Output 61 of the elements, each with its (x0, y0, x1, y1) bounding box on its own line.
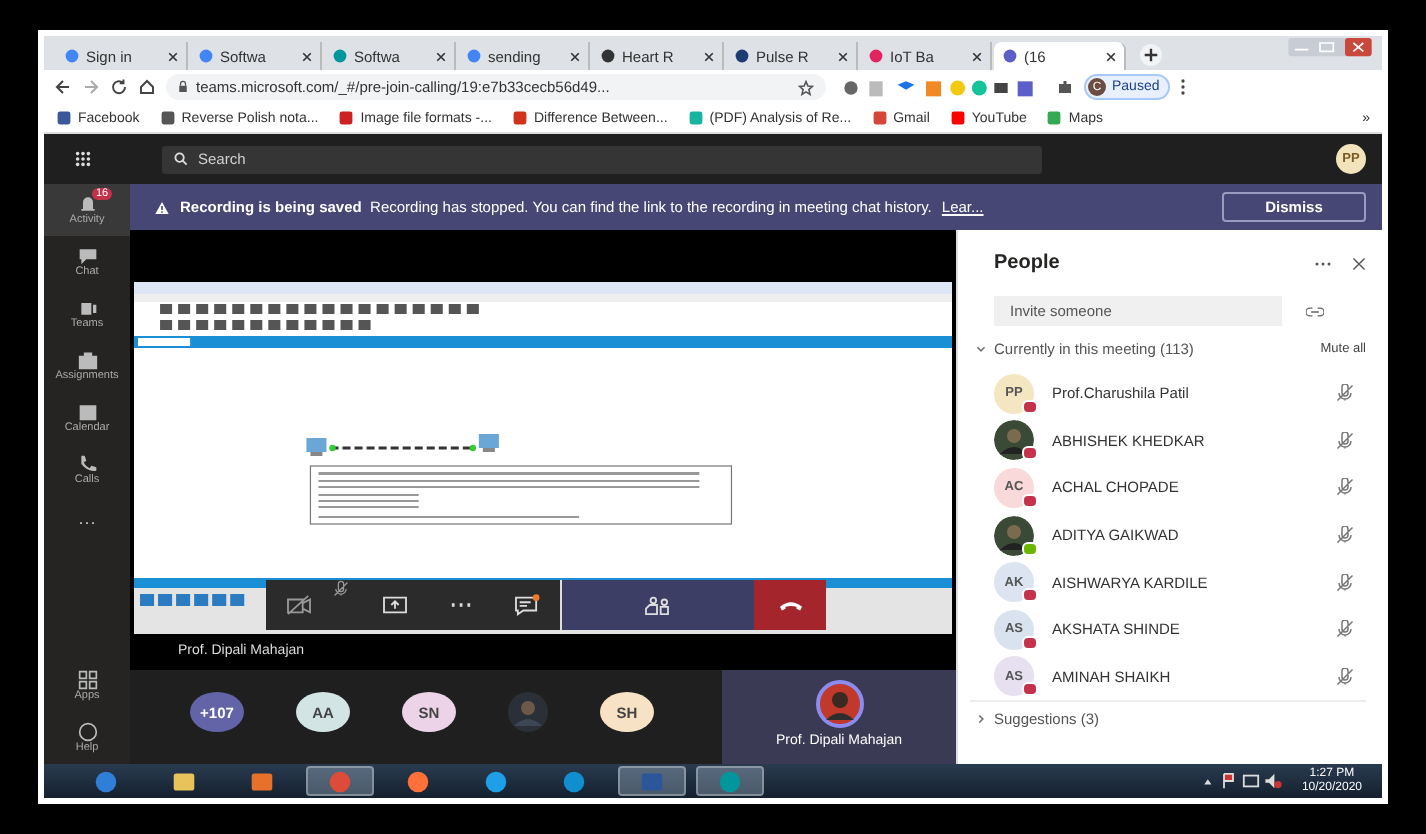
close-icon[interactable] (302, 51, 312, 61)
close-icon[interactable] (168, 51, 178, 61)
site-icon (868, 48, 884, 64)
mic-off-icon (1336, 573, 1354, 592)
teams-icon (77, 298, 97, 318)
search-icon (174, 152, 188, 166)
phone-icon (77, 454, 97, 474)
close-icon[interactable] (1352, 255, 1366, 271)
site-icon (332, 48, 348, 64)
close-icon[interactable] (436, 51, 446, 61)
close-icon[interactable] (972, 51, 982, 61)
puzzle-icon[interactable] (1056, 78, 1074, 96)
camera-icon (286, 594, 312, 616)
avatar-photo-placeholder (815, 680, 863, 728)
lock-icon (178, 80, 188, 94)
site-icon (198, 48, 214, 64)
app-launcher-icon[interactable] (74, 150, 92, 168)
mic-off-icon (1336, 431, 1354, 450)
home-icon[interactable] (138, 78, 156, 96)
close-icon[interactable] (704, 51, 714, 61)
warning-icon (154, 199, 170, 215)
bell-icon (77, 194, 97, 214)
site-icon (1002, 48, 1018, 64)
site-icon (734, 48, 750, 64)
site-icon (64, 48, 80, 64)
bookmark-star-icon[interactable] (798, 79, 814, 95)
mic-off-icon (1336, 526, 1354, 545)
mic-icon (332, 578, 350, 600)
mic-button[interactable] (332, 580, 350, 598)
people-icon (643, 594, 669, 616)
panel-title: People (994, 252, 1062, 274)
reload-icon[interactable] (110, 78, 128, 96)
menu-icon[interactable] (1179, 78, 1186, 96)
chevron-right-icon (974, 712, 988, 727)
mic-off-icon (1336, 384, 1354, 403)
mic-off-icon (1336, 620, 1354, 639)
new-tab-icon[interactable] (1140, 44, 1162, 66)
back-icon[interactable] (54, 78, 72, 96)
mic-off-icon (1336, 667, 1354, 686)
bag-icon (77, 350, 97, 370)
calendar-icon (77, 402, 97, 422)
chevron-down-icon (974, 341, 988, 355)
avatar-photo-placeholder (994, 420, 1034, 461)
site-icon (600, 48, 616, 64)
avatar-photo-placeholder (994, 515, 1034, 556)
apps-icon (77, 670, 97, 690)
chat-icon (77, 246, 97, 266)
mic-off-icon (1336, 478, 1354, 497)
share-icon (382, 594, 408, 616)
close-icon[interactable] (570, 51, 580, 61)
hangup-button[interactable] (754, 580, 826, 630)
close-icon[interactable] (838, 51, 848, 61)
help-icon (77, 722, 97, 742)
window-controls-icon[interactable] (1286, 38, 1374, 58)
chat-icon (514, 594, 540, 616)
people-button[interactable] (560, 580, 754, 630)
site-icon (466, 48, 482, 64)
link-icon[interactable] (1306, 303, 1324, 319)
close-icon[interactable] (1106, 51, 1116, 61)
avatar-photo-placeholder[interactable] (508, 692, 548, 732)
rail-item[interactable]: ··· (44, 496, 130, 548)
